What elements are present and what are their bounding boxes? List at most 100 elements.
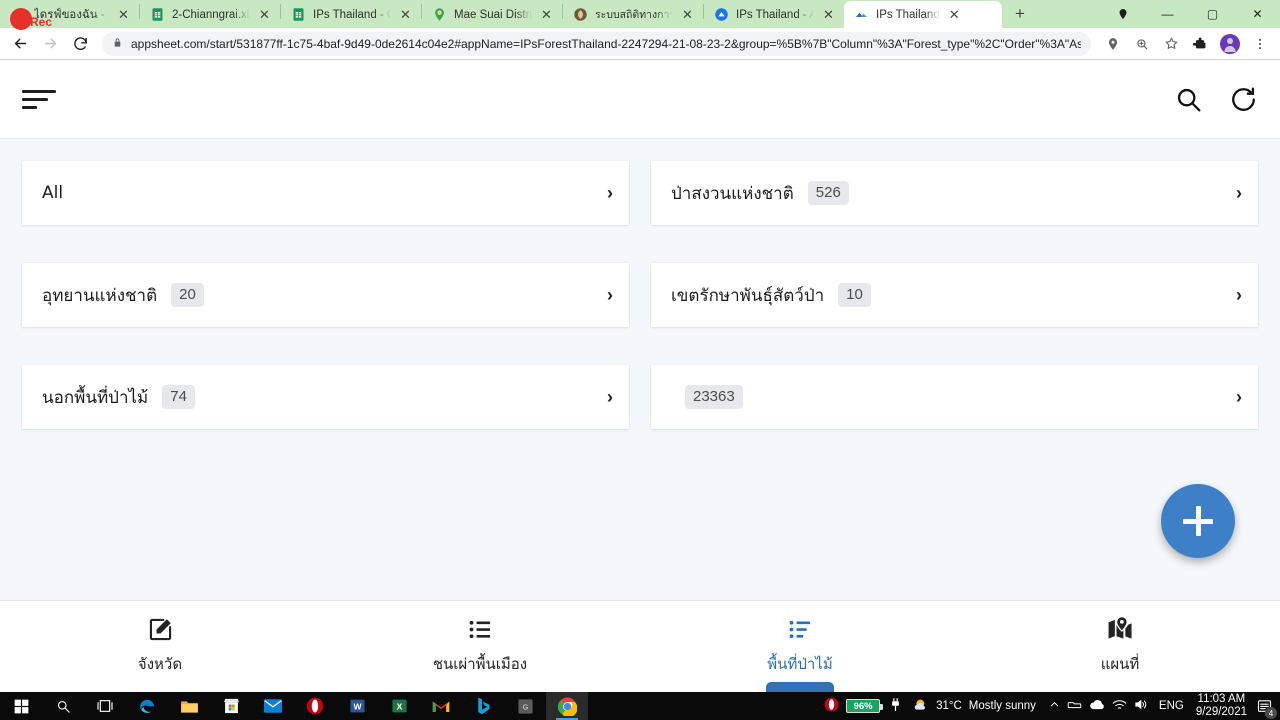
gmail-icon[interactable] <box>420 692 462 720</box>
app-header <box>0 61 1280 139</box>
file-explorer-icon[interactable] <box>168 692 210 720</box>
browser-tab-6-active[interactable]: IPs Thailand ✕ <box>844 1 1002 28</box>
window-controls: — ▢ ✕ <box>1100 0 1280 28</box>
screen-recording-label: Rec <box>30 15 53 29</box>
chevron-right-icon: › <box>1236 284 1242 305</box>
chevron-right-icon: › <box>1236 182 1242 203</box>
browser-tab-1[interactable]: 2-Chianngrai.xlsx - Go ✕ <box>140 1 280 28</box>
profile-avatar[interactable] <box>1220 33 1240 54</box>
language-indicator[interactable]: ENG <box>1159 700 1184 712</box>
google-sheets-icon <box>291 7 306 22</box>
google-docs-icon[interactable]: G <box>504 692 546 720</box>
reload-button[interactable] <box>66 30 94 58</box>
forward-button[interactable] <box>36 30 64 58</box>
browser-tab-title: 2-Chianngrai.xlsx - Go <box>172 8 250 21</box>
microsoft-store-icon[interactable] <box>210 692 252 720</box>
forest-type-row-all[interactable]: All › <box>22 161 629 225</box>
weather-condition-label: Mostly sunny <box>968 700 1036 712</box>
svg-text:W: W <box>353 702 362 712</box>
tab-close-icon[interactable]: ✕ <box>680 8 695 21</box>
refresh-icon[interactable] <box>1229 85 1258 114</box>
toolbar-right-actions <box>1099 30 1274 58</box>
windows-start-icon[interactable] <box>0 692 42 720</box>
extension-pin-icon[interactable] <box>1100 0 1145 28</box>
window-close-button[interactable]: ✕ <box>1235 0 1280 28</box>
opera-icon[interactable] <box>294 692 336 720</box>
row-count-badge: 74 <box>162 385 195 409</box>
window-maximize-button[interactable]: ▢ <box>1190 0 1235 28</box>
window-minimize-button[interactable]: — <box>1145 0 1190 28</box>
nav-tab-province[interactable]: จังหวัด <box>0 601 320 693</box>
task-view-icon[interactable] <box>84 692 126 720</box>
chrome-menu-icon[interactable] <box>1246 30 1274 58</box>
row-label: อุทยานแห่งชาติ <box>42 285 158 306</box>
app-header-actions <box>1174 85 1258 114</box>
browser-tab-title: IPs Thailand <box>876 8 940 21</box>
tab-close-icon[interactable]: ✕ <box>821 8 836 21</box>
zoom-icon[interactable] <box>1128 30 1156 58</box>
forest-type-row-outside-forest-area[interactable]: นอกพื้นที่ป่าไม้ 74 › <box>22 365 629 429</box>
forest-type-row-national-park[interactable]: อุทยานแห่งชาติ 20 › <box>22 263 629 327</box>
opera-icon[interactable] <box>824 697 839 715</box>
forest-type-row-national-reserved-forest[interactable]: ป่าสงวนแห่งชาติ 526 › <box>651 161 1258 225</box>
add-record-fab[interactable] <box>1161 484 1235 558</box>
chevron-right-icon: › <box>1236 386 1242 407</box>
search-icon[interactable] <box>1174 85 1203 114</box>
browser-tab-2[interactable]: IPs Thailand - Google ✕ <box>281 1 421 28</box>
address-bar-url: appsheet.com/start/531877ff-1c75-4baf-9d… <box>131 36 1081 51</box>
address-bar[interactable]: appsheet.com/start/531877ff-1c75-4baf-9d… <box>102 31 1091 56</box>
hamburger-menu-icon[interactable] <box>22 90 56 109</box>
browser-tab-strip: ไดรฟ์ของฉัน - Google ไ ✕ 2-Chianngrai.xl… <box>0 0 1280 28</box>
nav-tab-label: พื้นที่ป่าไม้ <box>767 655 833 673</box>
row-count-badge: 526 <box>807 181 849 205</box>
wifi-icon[interactable] <box>1112 699 1127 714</box>
chevron-up-icon[interactable] <box>1049 699 1060 713</box>
word-icon[interactable]: W <box>336 692 378 720</box>
cloud-icon[interactable] <box>1089 699 1105 713</box>
extensions-icon[interactable] <box>1186 30 1214 58</box>
browser-tab-title: IPs Thailand - Google <box>313 8 391 21</box>
browser-tab-3[interactable]: Mae Suai District - Go ✕ <box>422 1 562 28</box>
onedrive-icon[interactable] <box>1067 699 1082 713</box>
nav-tab-indigenous-people[interactable]: ชนเผ่าพื้นเมือง <box>320 601 640 693</box>
nav-tab-map[interactable]: แผนที่ <box>960 601 1280 693</box>
tab-close-icon[interactable]: ✕ <box>398 8 413 21</box>
nav-tab-forest-area[interactable]: พื้นที่ป่าไม้ <box>640 601 960 693</box>
back-button[interactable] <box>6 30 34 58</box>
row-label: เขตรักษาพันธุ์สัตว์ป่า <box>671 285 825 306</box>
bing-icon[interactable] <box>462 692 504 720</box>
forest-type-row-blank[interactable]: 23363 › <box>651 365 1258 429</box>
notification-count: 4 <box>1265 707 1277 719</box>
battery-indicator[interactable]: 96% <box>846 699 884 713</box>
svg-text:X: X <box>396 702 402 712</box>
map-pin-icon <box>1106 615 1134 643</box>
bookmark-star-icon[interactable] <box>1157 30 1185 58</box>
list-filter-icon <box>787 615 814 643</box>
tab-close-icon[interactable]: ✕ <box>539 8 554 21</box>
location-permission-icon[interactable] <box>1099 30 1127 58</box>
chevron-right-icon: › <box>607 182 613 203</box>
taskbar-clock[interactable]: 11:03 AM 9/29/2021 <box>1196 693 1247 719</box>
new-tab-button[interactable]: + <box>1007 1 1033 27</box>
google-maps-icon <box>432 7 447 22</box>
tab-close-icon[interactable]: ✕ <box>116 8 131 21</box>
excel-icon[interactable]: X <box>378 692 420 720</box>
volume-icon[interactable] <box>1134 698 1149 714</box>
plug-icon <box>891 697 900 715</box>
chrome-icon[interactable] <box>546 692 588 720</box>
edge-icon[interactable] <box>126 692 168 720</box>
forest-type-row-wildlife-sanctuary[interactable]: เขตรักษาพันธุ์สัตว์ป่า 10 › <box>651 263 1258 327</box>
row-label: ป่าสงวนแห่งชาติ <box>671 183 794 204</box>
temperature-label: 31°C <box>936 700 962 712</box>
appsheet-icon <box>714 7 729 22</box>
mail-icon[interactable] <box>252 692 294 720</box>
tab-close-icon[interactable]: ✕ <box>947 8 962 21</box>
browser-tab-title: IPs Thailand - AppShe <box>736 8 814 21</box>
browser-tab-5[interactable]: IPs Thailand - AppShe ✕ <box>704 1 844 28</box>
browser-tab-4[interactable]: ระบบสถิติทางการทะเบียน ✕ <box>563 1 703 28</box>
tab-close-icon[interactable]: ✕ <box>257 8 272 21</box>
row-count-badge: 20 <box>171 283 204 307</box>
row-label: All <box>42 183 64 203</box>
search-icon[interactable] <box>42 692 84 720</box>
notifications-icon[interactable]: 4 <box>1254 696 1277 719</box>
